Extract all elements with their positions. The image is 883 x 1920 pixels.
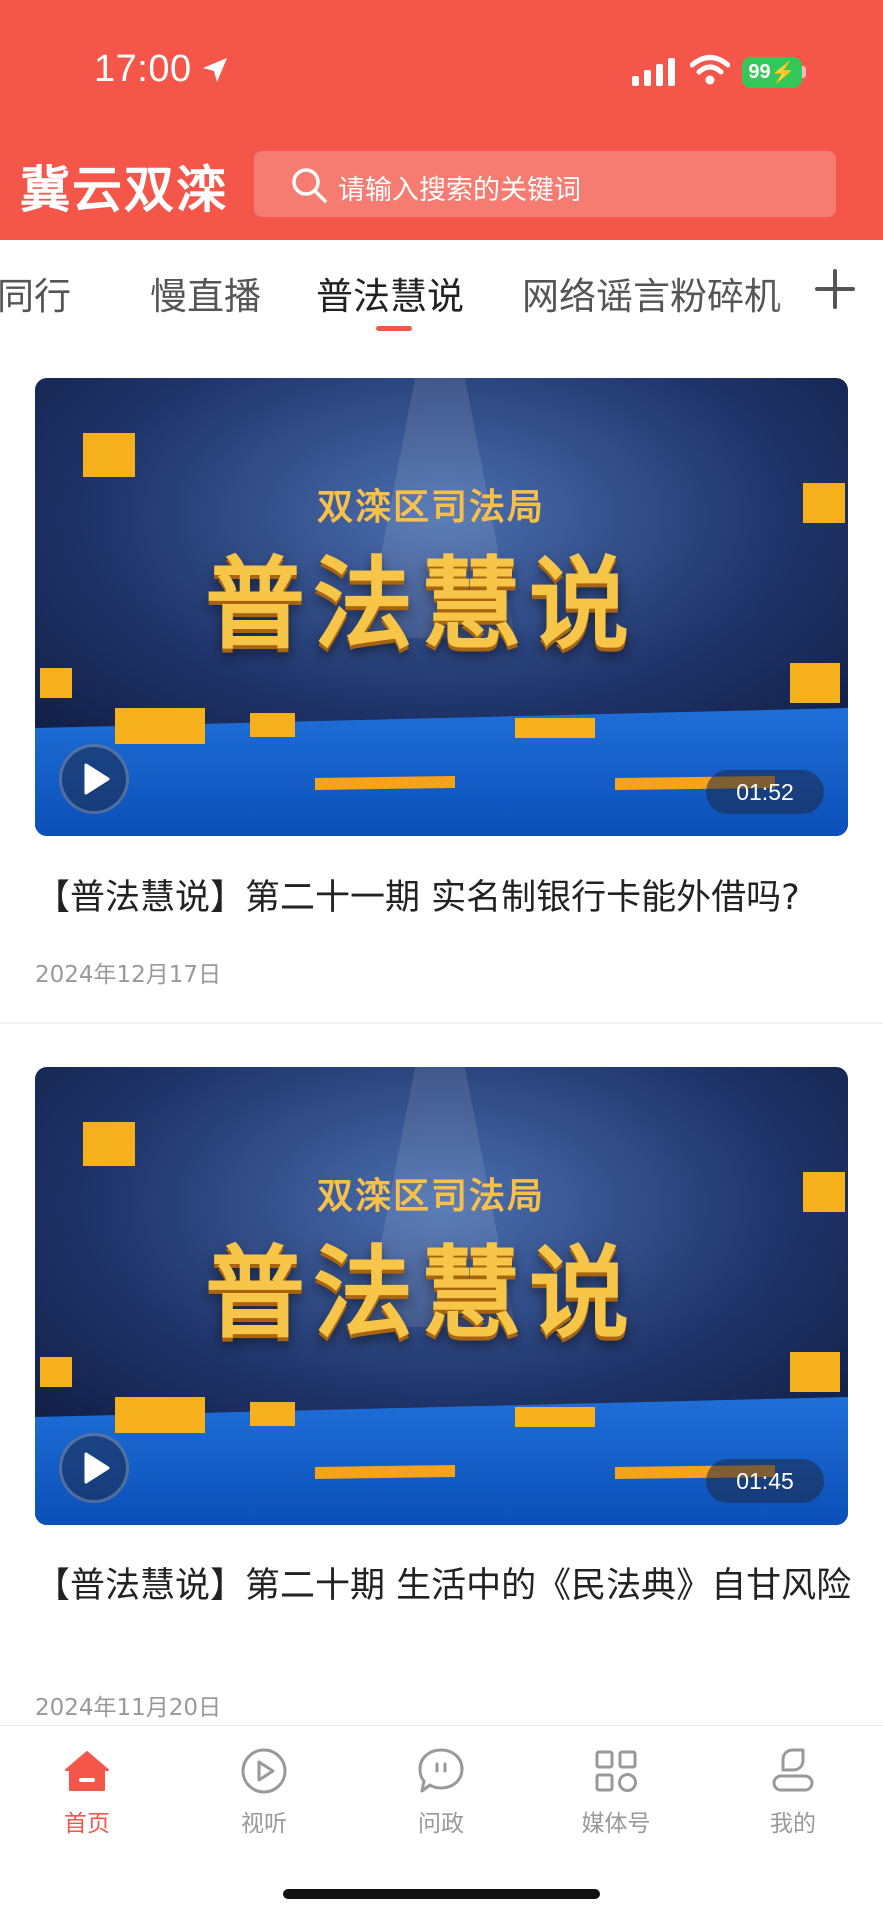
chat-bubble-icon: [418, 1748, 464, 1793]
play-circle-icon: [241, 1748, 287, 1794]
article-date: 2024年12月17日: [35, 962, 222, 988]
thumbnail-headline: 普法慧说: [205, 1235, 637, 1352]
nav-label-inquiry: 问政: [418, 1811, 464, 1837]
battery-indicator: 99 ⚡: [742, 57, 802, 88]
tab-rumor-crusher[interactable]: 网络谣言粉碎机: [522, 266, 781, 320]
search-icon: [292, 168, 327, 203]
tab-slow-live[interactable]: 慢直播: [150, 266, 261, 320]
nav-home[interactable]: 首页: [27, 1746, 147, 1838]
tab-law-talk[interactable]: 普法慧说: [316, 266, 464, 320]
video-duration: 01:45: [706, 1459, 824, 1503]
article-date: 2024年11月20日: [35, 1695, 222, 1721]
video-thumbnail[interactable]: 双滦区司法局 普法慧说 01:45: [35, 1067, 848, 1525]
nav-label-watch: 视听: [241, 1811, 287, 1837]
location-arrow-icon: [203, 58, 227, 82]
grid-icon: [595, 1750, 637, 1792]
nav-inquiry[interactable]: 问政: [381, 1746, 501, 1838]
nav-label-media: 媒体号: [581, 1811, 651, 1837]
app-logo-title: 冀云双滦: [20, 161, 228, 219]
nav-watch[interactable]: 视听: [204, 1746, 324, 1838]
home-icon: [65, 1751, 109, 1791]
article-title[interactable]: 【普法慧说】第二十期 生活中的《民法典》自甘风险: [35, 1561, 855, 1611]
video-thumbnail[interactable]: 双滦区司法局 普法慧说 01:52: [35, 378, 848, 836]
thumbnail-headline: 普法慧说: [205, 546, 637, 663]
divider: [0, 1022, 883, 1024]
play-button[interactable]: [59, 744, 129, 814]
nav-label-home: 首页: [64, 1811, 110, 1837]
article-title[interactable]: 【普法慧说】第二十一期 实名制银行卡能外借吗?: [35, 873, 855, 923]
battery-tip: [802, 66, 806, 78]
video-duration: 01:52: [706, 770, 824, 814]
charging-bolt-icon: ⚡: [770, 62, 796, 84]
nav-media[interactable]: 媒体号: [556, 1746, 676, 1838]
cellular-signal-icon: [632, 58, 675, 86]
active-tab-indicator: [376, 326, 412, 331]
nav-profile[interactable]: 我的: [733, 1746, 853, 1838]
search-placeholder: 请输入搜索的关键词: [338, 175, 581, 206]
battery-level: 99: [748, 61, 771, 83]
tab-companion[interactable]: 我同行: [0, 266, 71, 320]
play-button[interactable]: [59, 1433, 129, 1503]
add-channel-icon[interactable]: [814, 268, 856, 310]
user-icon: [772, 1748, 814, 1792]
status-time: 17:00: [94, 48, 192, 90]
search-input[interactable]: 请输入搜索的关键词: [254, 151, 836, 217]
home-indicator: [283, 1889, 600, 1899]
play-icon: [84, 763, 110, 795]
wifi-icon: [690, 55, 730, 85]
nav-label-profile: 我的: [770, 1811, 816, 1837]
category-tabs: 我同行 慢直播 普法慧说 网络谣言粉碎机: [0, 240, 883, 340]
app-header: 17:00 99 ⚡ 冀云双滦 请输入搜索的关键词: [0, 0, 883, 240]
play-icon: [84, 1452, 110, 1484]
